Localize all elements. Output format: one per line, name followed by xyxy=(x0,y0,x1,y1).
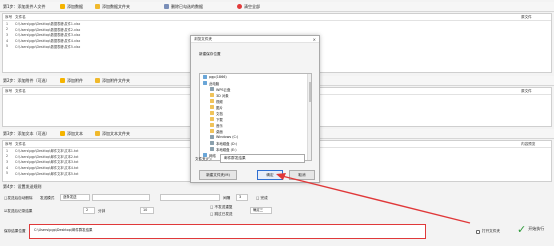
drive-icon xyxy=(210,135,214,139)
interval-label: 间隔 xyxy=(223,196,231,200)
minutes-input-a[interactable]: 2 xyxy=(83,207,95,214)
dialog-title: 浏览文件夹 xyxy=(191,36,319,43)
row-number: 4 xyxy=(6,38,9,43)
row-number: 4 xyxy=(6,165,9,170)
folder-icon xyxy=(210,111,214,115)
row-path: C:\Users\pgp\Desktop\数据表格\发件2.xlsx xyxy=(15,27,81,32)
row-number: 3 xyxy=(6,32,9,37)
tree-node-label: 本地磁盘 (E:) xyxy=(216,147,237,152)
row-number: 2 xyxy=(6,27,9,32)
step1-label: 第1步：添加发件人文件 xyxy=(3,3,46,9)
folder-icon xyxy=(210,123,214,127)
tree-scrollbar[interactable] xyxy=(307,74,311,160)
tree-body: pgp(1866) 此电脑 WPS云盘 3D 对象 视频 图片 文档 下载 音乐 桌面 Window… xyxy=(200,74,311,158)
done-option[interactable]: □ 完成 xyxy=(256,196,268,201)
dialog-subtitle: 新建保存位置 xyxy=(199,52,221,56)
clear-all-button[interactable]: 清空全部 xyxy=(237,4,260,10)
check-icon: ✓ xyxy=(517,222,527,236)
row-number: 5 xyxy=(6,171,9,176)
tree-node-label: pgp(1866) xyxy=(209,75,227,79)
open-folder-button[interactable]: 打开文件夹 xyxy=(476,229,500,234)
mode-detail-field-2[interactable] xyxy=(160,194,220,201)
folder-icon xyxy=(95,78,100,83)
tree-node-label: 本地磁盘 (D:) xyxy=(216,141,238,146)
main-window: 第1步：添加发件人文件 添加数据 添加数据文件夹 删除已勾选的数据 清空全部 序… xyxy=(0,0,554,246)
record-result-option[interactable]: ☑发送后记录结果 xyxy=(4,209,32,214)
scroll-thumb[interactable] xyxy=(308,82,311,102)
computer-icon xyxy=(203,81,207,85)
browse-folder-dialog: 浏览文件夹 × 新建保存位置 pgp(1866) 此电脑 WPS云盘 3D 对象 视频图… xyxy=(190,35,320,183)
add-data-button[interactable]: 添加数据 xyxy=(60,4,83,10)
start-button[interactable]: ✓ 开始执行 xyxy=(517,222,551,236)
folder-name-input[interactable]: 邮件群发结果 xyxy=(220,154,305,163)
row-number: 2 xyxy=(6,154,9,159)
toolbar-step1: 第1步：添加发件人文件 添加数据 添加数据文件夹 删除已勾选的数据 清空全部 xyxy=(0,2,554,12)
minutes-label: 分钟 xyxy=(98,209,106,213)
step2-label: 第2步：添加附件（可选） xyxy=(3,77,50,83)
grid-icon xyxy=(164,4,169,9)
minutes-input-b[interactable]: 10 xyxy=(140,207,154,214)
tree-node-label: 此电脑 xyxy=(209,81,220,86)
tree-node-label: 图片 xyxy=(216,105,223,110)
output-path-highlight: C:\Users\pgp\Desktop\邮件群发结果 xyxy=(29,224,426,239)
settings-title: 第4步：设置发送规则 xyxy=(3,184,42,189)
cancel-button[interactable]: 取消 xyxy=(289,170,315,180)
tree-node-label: 音乐 xyxy=(216,123,223,128)
row-path: C:\Users\pgp\Desktop\数据表格\发件1.xlsx xyxy=(15,22,81,27)
close-icon[interactable]: × xyxy=(313,37,316,42)
folder-icon xyxy=(210,129,214,133)
drive-icon xyxy=(210,87,214,91)
add-text-button[interactable]: 添加文本 xyxy=(60,131,83,137)
output-path-label: 保存结果位置 xyxy=(4,229,26,233)
new-folder-button[interactable]: 新建文件夹(M) xyxy=(199,170,237,180)
row-number: 5 xyxy=(6,44,9,49)
folder-icon xyxy=(210,93,214,97)
skip-sent-option[interactable]: □ 跳过已发送 xyxy=(210,212,233,217)
clear-icon xyxy=(237,4,242,9)
add-icon xyxy=(60,78,65,83)
tree-node-label: 3D 对象 xyxy=(216,93,229,98)
drive-icon xyxy=(210,147,214,151)
folder-icon xyxy=(210,105,214,109)
folder-icon xyxy=(210,99,214,103)
computer-icon xyxy=(203,75,207,79)
tree-node-label: 文档 xyxy=(216,111,223,116)
add-text-folder-button[interactable]: 添加文本文件夹 xyxy=(95,131,130,137)
table-row[interactable]: 2 C:\Users\pgp\Desktop\数据表格\发件2.xlsx xyxy=(3,27,551,33)
auto-delete-option[interactable]: □发送后自动删除 xyxy=(4,196,33,201)
folder-icon xyxy=(95,131,100,136)
row-number: 3 xyxy=(6,159,9,164)
tree-node-label: 视频 xyxy=(216,99,223,104)
tree-node-label: Windows (C:) xyxy=(216,135,239,139)
mode-detail-field[interactable] xyxy=(92,194,150,201)
row-number: 1 xyxy=(6,148,9,153)
folder-name-label: 文件夹(F): xyxy=(195,157,212,161)
mode-select[interactable]: 逐条发送 xyxy=(60,194,90,201)
folder-icon xyxy=(95,4,100,9)
add-attachment-folder-button[interactable]: 添加附件文件夹 xyxy=(95,78,130,84)
folder-icon xyxy=(210,117,214,121)
folder-tree[interactable]: pgp(1866) 此电脑 WPS云盘 3D 对象 视频 图片 文档 下载 音乐 桌面 Window… xyxy=(199,73,312,161)
step3-label: 第3步：添加文本（可选） xyxy=(3,130,50,136)
output-path-input[interactable]: C:\Users\pgp\Desktop\邮件群发结果 xyxy=(32,228,422,235)
interval-input[interactable]: 3 xyxy=(236,194,248,201)
add-attachment-button[interactable]: 添加附件 xyxy=(60,78,83,84)
add-data-folder-button[interactable]: 添加数据文件夹 xyxy=(95,4,130,10)
table-row[interactable]: 1 C:\Users\pgp\Desktop\数据表格\发件1.xlsx xyxy=(3,21,551,27)
ok-button[interactable]: 确定 xyxy=(257,170,283,180)
add-icon xyxy=(60,4,65,9)
no-duplicate-option[interactable]: □ 不发送重复 xyxy=(210,205,233,210)
delete-selected-button[interactable]: 删除已勾选的数据 xyxy=(164,4,203,10)
checkbox-icon xyxy=(476,229,480,234)
tree-node-label: 下载 xyxy=(216,117,223,122)
confirm-select[interactable]: 确定三 xyxy=(250,207,272,214)
mode-label: 发送模式 xyxy=(40,196,55,200)
grid-header: 序号 文件名 原文件 xyxy=(3,14,551,21)
drive-icon xyxy=(210,141,214,145)
tree-node-label: 桌面 xyxy=(216,129,223,134)
add-icon xyxy=(60,131,65,136)
tree-node-label: WPS云盘 xyxy=(216,87,231,92)
row-number: 1 xyxy=(6,21,9,26)
